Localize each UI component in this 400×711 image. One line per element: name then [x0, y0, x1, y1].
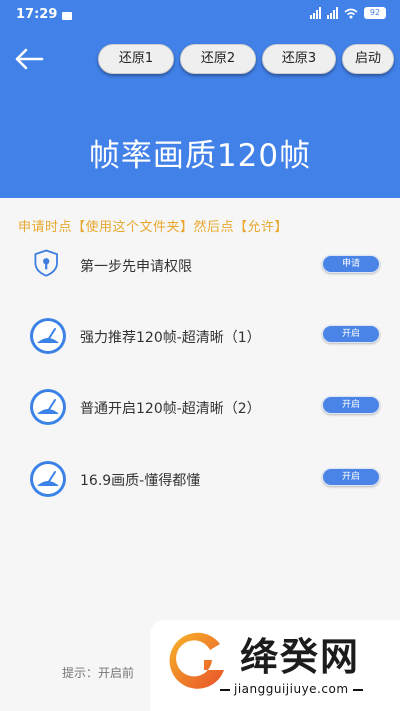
shield-icon [34, 249, 58, 277]
signal-5g-icon [327, 7, 338, 19]
signal-icon [310, 7, 321, 19]
launch-button[interactable]: 启动 [342, 44, 394, 74]
request-permission-button[interactable]: 申请 [322, 255, 380, 273]
list-item-permission: 第一步先申请权限 申请 [0, 246, 400, 286]
list-item-16-9-quality: 16.9画质-懂得都懂 开启 [0, 459, 400, 499]
notification-icon [62, 12, 72, 20]
restore-1-button[interactable]: 还原1 [98, 44, 174, 74]
speedometer-icon [30, 389, 66, 425]
list-item-120fps-2: 普通开启120帧-超清晰（2） 开启 [0, 387, 400, 427]
restore-3-button[interactable]: 还原3 [262, 44, 336, 74]
row-label: 普通开启120帧-超清晰（2） [80, 401, 261, 417]
enable-button[interactable]: 开启 [322, 325, 380, 343]
watermark-url: jiangguijiuye.com [220, 682, 362, 696]
watermark-brand: 绛癸网 [240, 634, 361, 679]
row-label: 强力推荐120帧-超清晰（1） [80, 330, 261, 346]
speedometer-icon [30, 461, 66, 497]
status-time: 17:29 [16, 7, 58, 22]
speedometer-icon [30, 318, 66, 354]
row-label: 16.9画质-懂得都懂 [80, 473, 201, 489]
restore-2-button[interactable]: 还原2 [180, 44, 256, 74]
list-item-120fps-1: 强力推荐120帧-超清晰（1） 开启 [0, 316, 400, 356]
status-indicators: 92 [310, 7, 386, 19]
enable-button[interactable]: 开启 [322, 396, 380, 414]
hint-text: 提示：开启前 [62, 666, 135, 680]
arrow-left-icon [15, 48, 44, 70]
instruction-notice: 申请时点【使用这个文件夹】然后点【允许】 [18, 220, 289, 235]
enable-button[interactable]: 开启 [322, 468, 380, 486]
permission-label: 第一步先申请权限 [80, 259, 192, 275]
back-button[interactable] [12, 44, 46, 74]
wifi-icon [344, 8, 358, 18]
watermark: 绛癸网 jiangguijiuye.com [150, 620, 400, 711]
battery-icon: 92 [364, 7, 386, 19]
page-title: 帧率画质120帧 [88, 138, 312, 174]
status-bar: 17:29 92 [0, 0, 400, 32]
